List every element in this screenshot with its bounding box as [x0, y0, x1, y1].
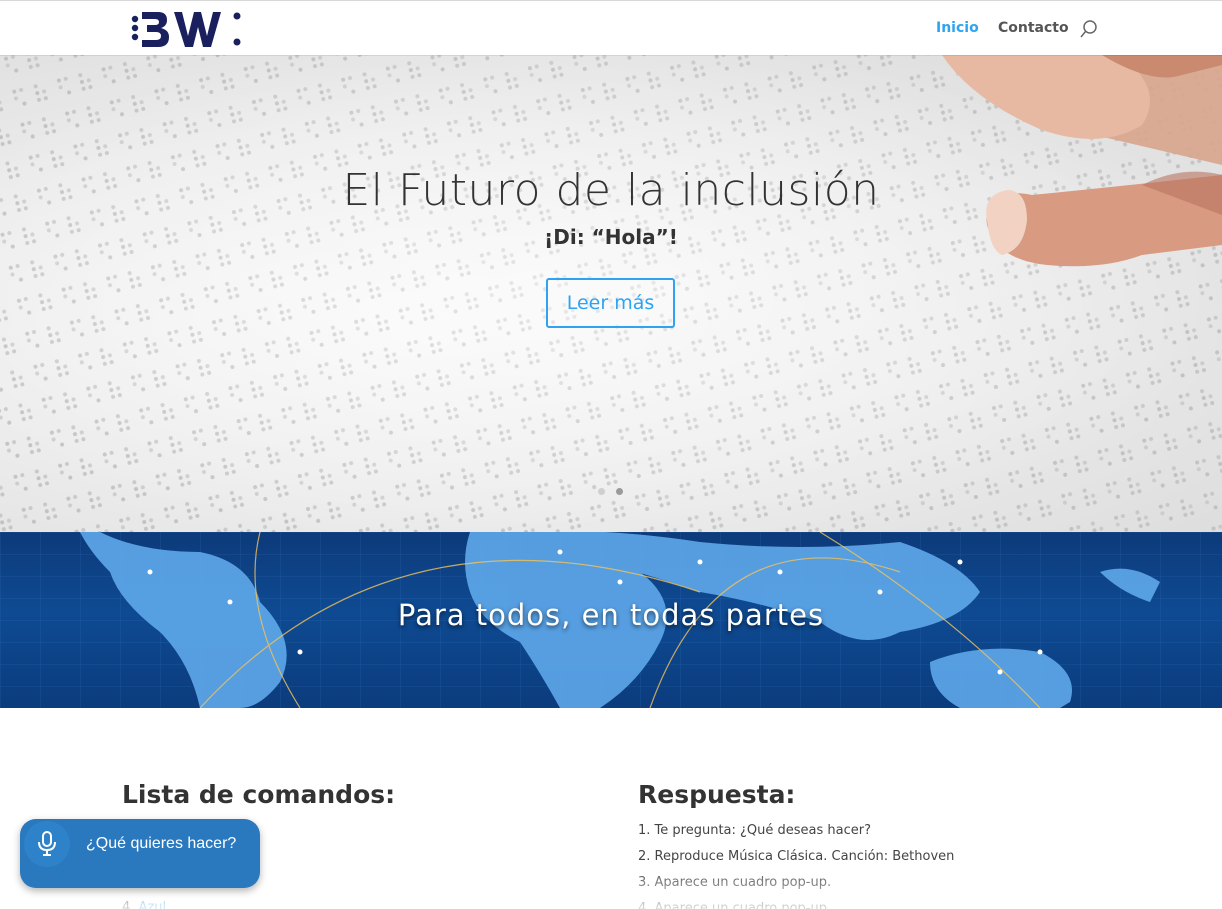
slider-dot-1[interactable] — [598, 488, 605, 495]
slider-dot-2[interactable] — [616, 488, 623, 495]
commands-title: Lista de comandos: — [122, 780, 396, 809]
search-icon[interactable] — [1079, 19, 1099, 39]
responses-list: 1. Te pregunta: ¿Qué deseas hacer? 2. Re… — [638, 823, 954, 909]
voice-prompt: ¿Qué quieres hacer? — [86, 835, 237, 852]
nav-inicio[interactable]: Inicio — [936, 20, 979, 36]
leer-mas-button[interactable]: Leer más — [546, 278, 675, 328]
list-item: 2. Reproduce Música Clásica. Canción: Be… — [638, 849, 955, 864]
world-banner: Para todos, en todas partes — [0, 532, 1222, 708]
hero-title: El Futuro de la inclusión — [342, 165, 880, 216]
list-item: 3. Aparece un cuadro pop-up. — [638, 875, 832, 890]
microphone-button[interactable] — [24, 821, 70, 867]
list-item: 1. Te pregunta: ¿Qué deseas hacer? — [638, 823, 872, 838]
hero-subtitle: ¡Di: “Hola”! — [544, 225, 678, 249]
bw-logo[interactable] — [128, 4, 252, 54]
nav-contacto[interactable]: Contacto — [998, 20, 1069, 36]
microphone-icon — [38, 831, 56, 856]
command-item: 4. Azul — [122, 900, 166, 909]
command-link-azul[interactable]: Azul — [139, 900, 167, 909]
hero-slider: El Futuro de la inclusión ¡Di: “Hola”! L… — [0, 55, 1222, 532]
responses-title: Respuesta: — [638, 780, 796, 809]
site-header: Inicio Contacto — [0, 0, 1222, 55]
command-number: 4. — [122, 900, 135, 909]
voice-assistant-widget[interactable]: ¿Qué quieres hacer? — [20, 819, 260, 888]
list-item: 4. Aparece un cuadro pop-up. — [638, 901, 832, 909]
banner-title: Para todos, en todas partes — [397, 598, 825, 632]
